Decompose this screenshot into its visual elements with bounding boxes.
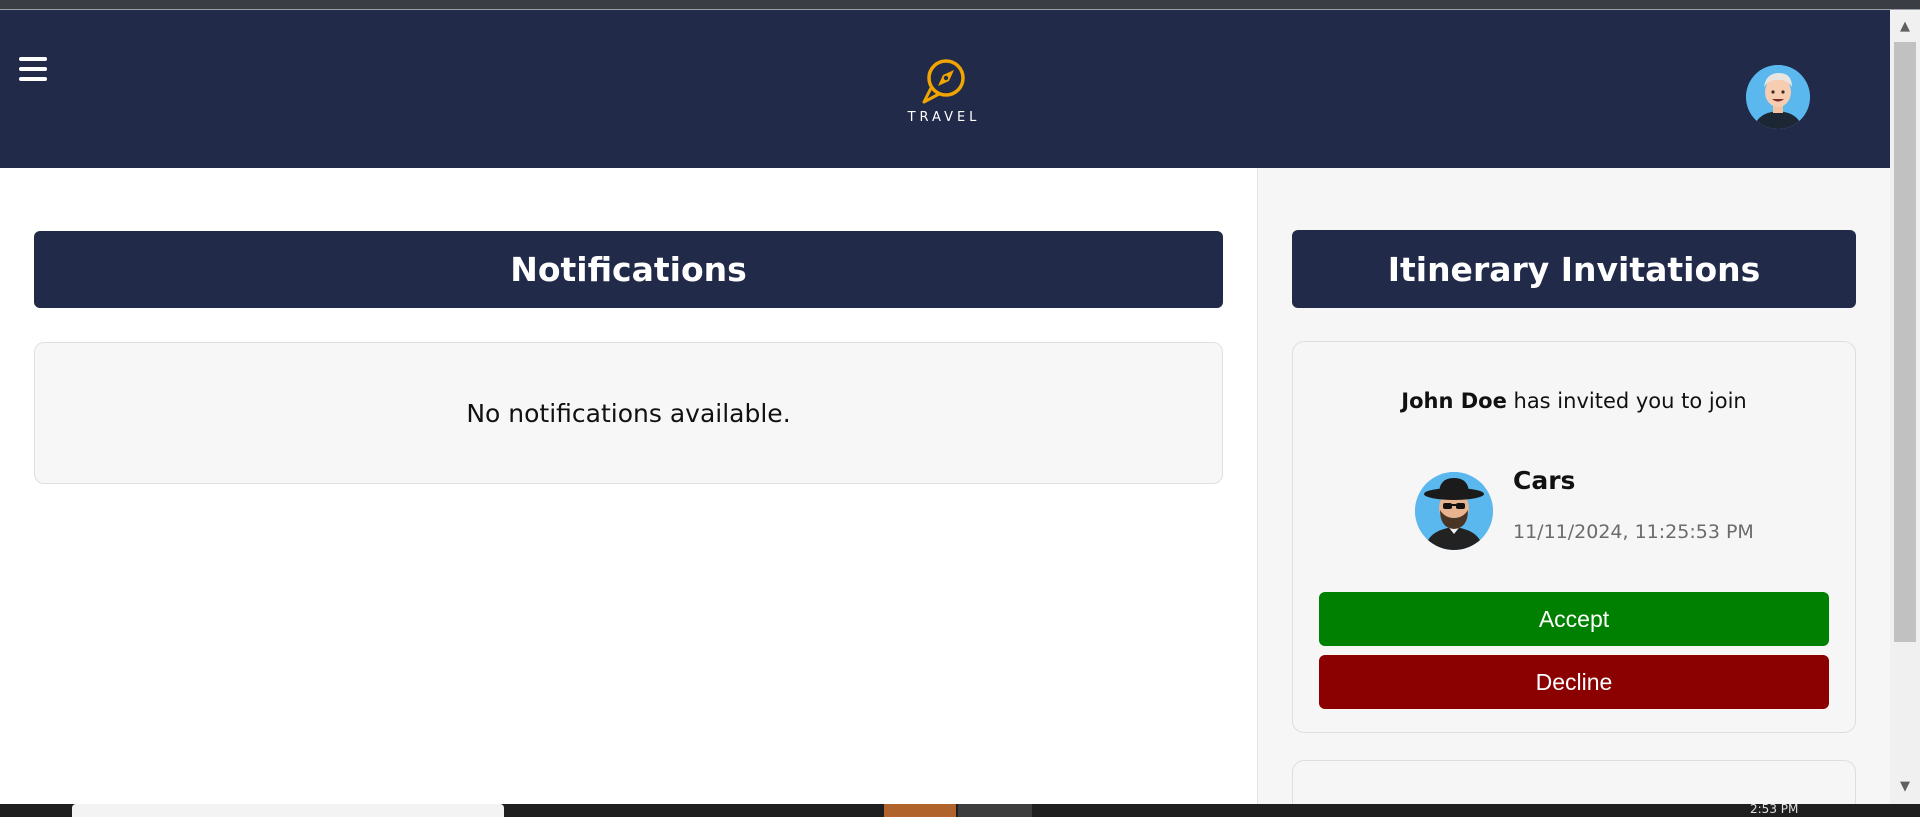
- logo-text: TRAVEL: [907, 110, 981, 125]
- inviter-name: John Doe: [1401, 389, 1507, 413]
- invitation-date: 11/11/2024, 11:25:53 PM: [1513, 521, 1754, 543]
- scroll-down-arrow-icon[interactable]: ▼: [1890, 776, 1920, 798]
- app-header: TRAVEL: [0, 10, 1890, 168]
- trip-name: Cars: [1513, 466, 1576, 495]
- scroll-up-arrow-icon[interactable]: ▲: [1890, 16, 1920, 38]
- taskbar-app-active[interactable]: [884, 804, 956, 817]
- scrollbar-thumb[interactable]: [1894, 42, 1916, 642]
- accept-button[interactable]: Accept: [1319, 592, 1829, 646]
- taskbar-clock: 2:53 PM: [1750, 802, 1799, 816]
- taskbar-search[interactable]: [72, 804, 504, 817]
- hamburger-menu-icon[interactable]: [16, 52, 50, 86]
- os-taskbar: 2:53 PM: [0, 802, 1920, 817]
- invitations-title: Itinerary Invitations: [1292, 230, 1856, 308]
- browser-top-strip: [0, 0, 1920, 10]
- profile-avatar[interactable]: [1746, 65, 1810, 129]
- notifications-title: Notifications: [34, 231, 1223, 308]
- invitation-text: has invited you to join: [1506, 389, 1747, 413]
- invitation-card: John Doe has invited you to join Cars 11…: [1292, 341, 1856, 733]
- travel-logo[interactable]: TRAVEL: [897, 56, 991, 132]
- user-avatar-icon: [1746, 65, 1810, 129]
- inviter-avatar-icon: [1415, 472, 1493, 550]
- invitation-message: John Doe has invited you to join: [1293, 389, 1855, 413]
- decline-button[interactable]: Decline: [1319, 655, 1829, 709]
- page-scrollbar[interactable]: ▲ ▼: [1890, 10, 1920, 804]
- compass-pin-icon: [922, 59, 965, 104]
- notifications-empty-state: No notifications available.: [34, 342, 1223, 484]
- taskbar-app[interactable]: [958, 804, 1032, 817]
- notifications-panel: Notifications No notifications available…: [0, 168, 1257, 804]
- inviter-avatar: [1415, 472, 1493, 550]
- invitations-panel: Itinerary Invitations John Doe has invit…: [1257, 168, 1891, 817]
